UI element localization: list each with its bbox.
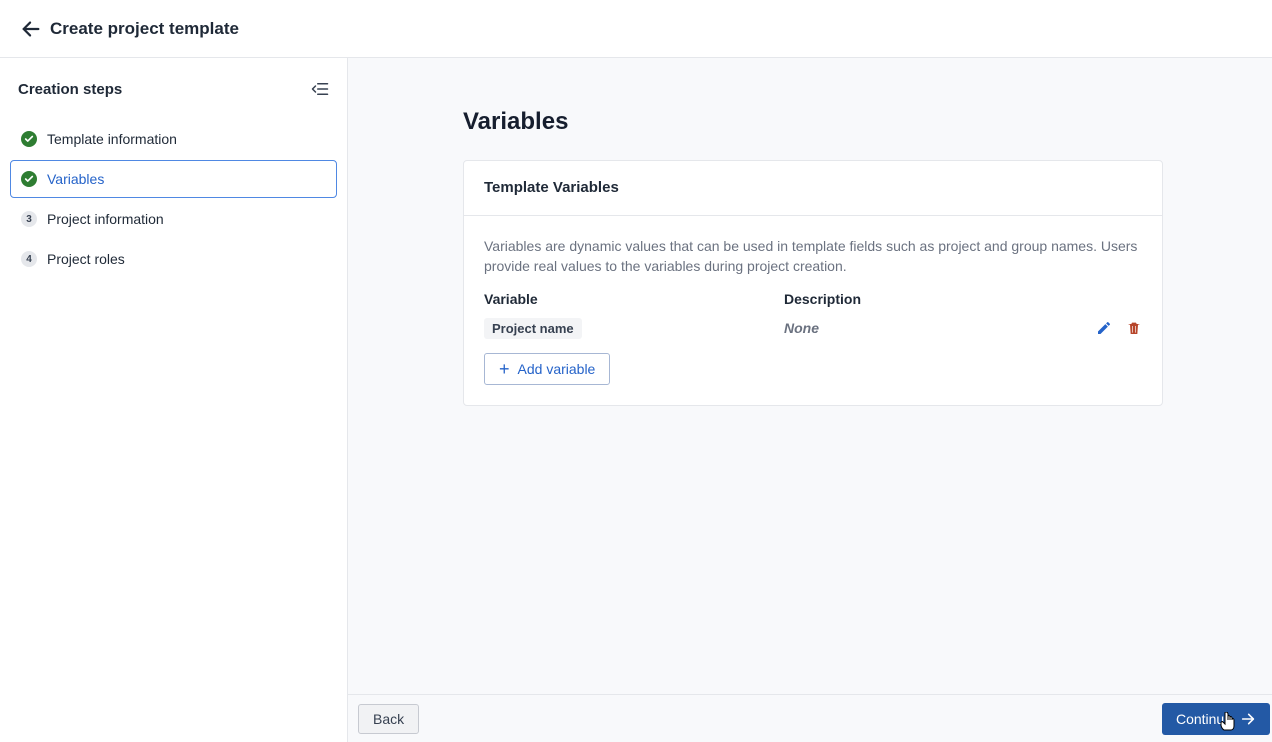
step-label: Project roles — [47, 251, 125, 267]
template-variables-card: Template Variables Variables are dynamic… — [463, 160, 1163, 406]
variable-row: Project name None — [484, 315, 1142, 349]
check-circle-icon — [21, 171, 37, 187]
back-arrow-icon[interactable] — [20, 18, 42, 40]
card-title: Template Variables — [484, 179, 619, 196]
edit-icon[interactable] — [1096, 320, 1112, 336]
trash-icon[interactable] — [1126, 320, 1142, 336]
wizard-footer: Back Continue — [348, 694, 1272, 742]
main-area: Variables Template Variables Variables a… — [348, 58, 1272, 742]
description-column-header: Description — [784, 291, 1142, 307]
step-template-information[interactable]: Template information — [10, 120, 337, 158]
add-variable-button[interactable]: + Add variable — [484, 353, 610, 385]
collapse-sidebar-icon[interactable] — [311, 80, 329, 98]
plus-icon: + — [499, 362, 510, 376]
variable-column-header: Variable — [484, 291, 784, 307]
variable-description: None — [784, 320, 819, 336]
back-button[interactable]: Back — [358, 704, 419, 734]
header-title: Create project template — [50, 19, 239, 39]
card-description: Variables are dynamic values that can be… — [484, 236, 1142, 277]
step-project-roles[interactable]: 4 Project roles — [10, 240, 337, 278]
step-label: Template information — [47, 131, 177, 147]
continue-label: Continue — [1176, 711, 1232, 727]
variable-table-header: Variable Description — [484, 291, 1142, 307]
sidebar: Creation steps Template information Vari… — [0, 58, 348, 742]
step-label: Project information — [47, 211, 164, 227]
step-list: Template information Variables 3 Project… — [0, 120, 347, 278]
step-label: Variables — [47, 171, 104, 187]
arrow-right-icon — [1240, 711, 1256, 727]
step-variables[interactable]: Variables — [10, 160, 337, 198]
check-circle-icon — [21, 131, 37, 147]
sidebar-title: Creation steps — [18, 81, 122, 98]
continue-button[interactable]: Continue — [1162, 703, 1270, 735]
page-header: Create project template — [0, 0, 1272, 58]
add-variable-label: Add variable — [518, 361, 596, 377]
step-number-icon: 4 — [21, 251, 37, 267]
step-number-icon: 3 — [21, 211, 37, 227]
page-title: Variables — [463, 108, 1272, 136]
step-project-information[interactable]: 3 Project information — [10, 200, 337, 238]
variable-name-badge: Project name — [484, 318, 582, 339]
